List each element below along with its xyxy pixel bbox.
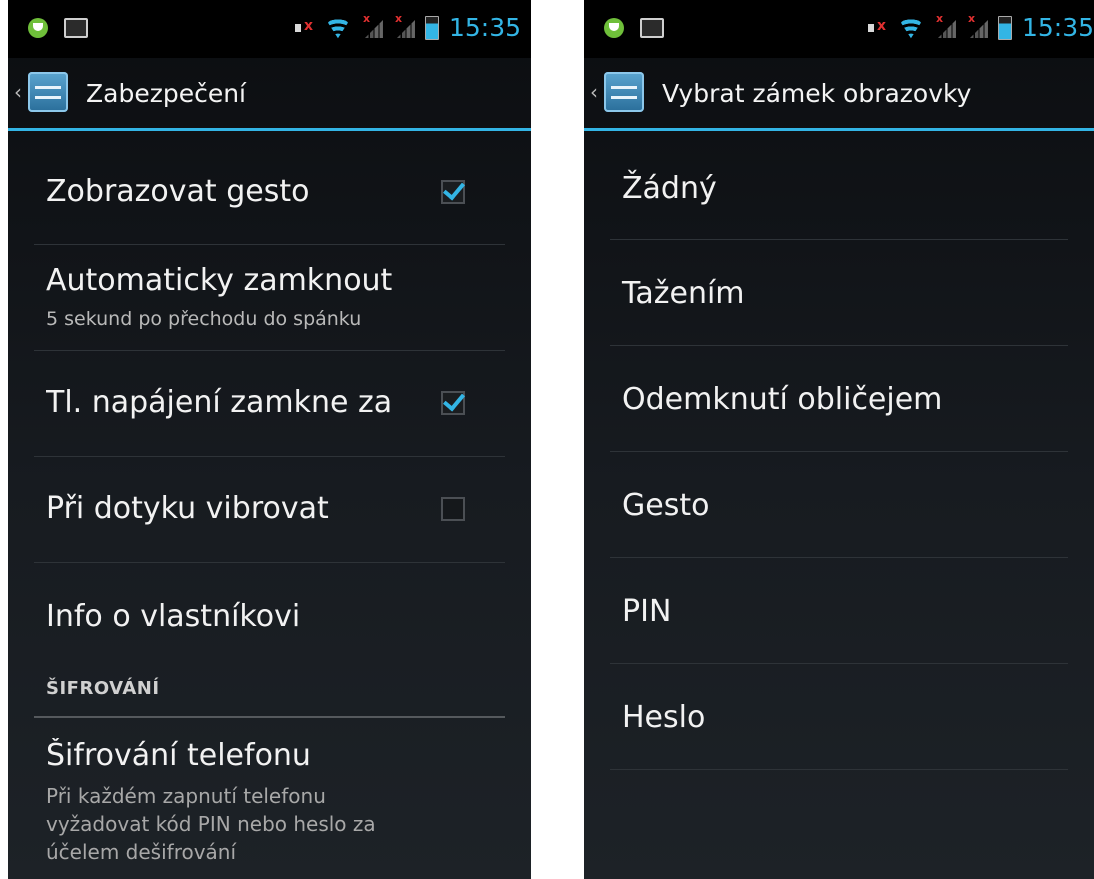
- up-caret-icon[interactable]: ‹: [590, 80, 600, 104]
- setting-subtitle-line1: Při každém zapnutí telefonu: [46, 784, 326, 808]
- usb-debug-icon: [604, 18, 624, 38]
- section-divider: [34, 716, 505, 718]
- option-label: Tažením: [622, 276, 745, 311]
- security-screen: 15:35 ‹ Zabezpečení Zobrazovat gesto Aut…: [8, 0, 531, 879]
- option-label: Žádný: [622, 171, 717, 206]
- setting-title: Info o vlastníkovi: [46, 599, 301, 634]
- up-caret-icon[interactable]: ‹: [14, 80, 24, 104]
- usb-debug-icon: [28, 18, 48, 38]
- option-label: Gesto: [622, 488, 710, 523]
- settings-app-icon[interactable]: [604, 72, 644, 112]
- volume-muted-icon: [866, 18, 888, 38]
- setting-auto-lock[interactable]: Automaticky zamknout 5 sekund po přechod…: [34, 245, 505, 351]
- status-bar: 15:35: [584, 0, 1094, 58]
- option-password[interactable]: Heslo: [610, 664, 1068, 770]
- setting-title: Šifrování telefonu: [46, 738, 311, 773]
- action-bar: ‹ Zabezpečení: [8, 58, 531, 131]
- option-pin[interactable]: PIN: [610, 558, 1068, 664]
- action-bar: ‹ Vybrat zámek obrazovky: [584, 58, 1094, 131]
- status-bar: 15:35: [8, 0, 531, 58]
- setting-title: Zobrazovat gesto: [46, 174, 310, 209]
- option-label: PIN: [622, 594, 672, 629]
- setting-encrypt-phone[interactable]: Šifrování telefonu Při každém zapnutí te…: [34, 724, 505, 879]
- signal-sim1-icon: [361, 12, 383, 38]
- image-notification-icon: [640, 18, 664, 38]
- status-time: 15:35: [1021, 13, 1094, 42]
- setting-show-pattern[interactable]: Zobrazovat gesto: [34, 138, 505, 245]
- setting-title: Při dotyku vibrovat: [46, 491, 329, 526]
- wifi-icon: [898, 18, 924, 38]
- volume-muted-icon: [293, 18, 315, 38]
- setting-power-button-lock[interactable]: Tl. napájení zamkne za: [34, 351, 505, 457]
- battery-icon: [997, 16, 1012, 40]
- signal-sim2-icon: [393, 12, 415, 38]
- vibrate-checkbox[interactable]: [441, 497, 465, 521]
- signal-sim1-icon: [934, 12, 956, 38]
- status-time: 15:35: [448, 13, 521, 42]
- battery-icon: [424, 16, 439, 40]
- screen-lock-screen: 15:35 ‹ Vybrat zámek obrazovky Žádný Taž…: [584, 0, 1094, 879]
- signal-sim2-icon: [966, 12, 988, 38]
- setting-subtitle-line2: vyžadovat kód PIN nebo heslo za: [46, 812, 376, 836]
- page-title: Zabezpečení: [86, 79, 246, 108]
- setting-subtitle: 5 sekund po přechodu do spánku: [46, 308, 362, 330]
- power-button-lock-checkbox[interactable]: [441, 391, 465, 415]
- page-title: Vybrat zámek obrazovky: [662, 79, 972, 108]
- option-slide[interactable]: Tažením: [610, 240, 1068, 346]
- option-pattern[interactable]: Gesto: [610, 452, 1068, 558]
- setting-subtitle-line3: účelem dešifrování: [46, 840, 237, 864]
- option-none[interactable]: Žádný: [610, 133, 1068, 240]
- setting-owner-info[interactable]: Info o vlastníkovi: [34, 563, 505, 669]
- show-pattern-checkbox[interactable]: [441, 180, 465, 204]
- setting-vibrate-on-touch[interactable]: Při dotyku vibrovat: [34, 457, 505, 563]
- option-label: Heslo: [622, 700, 706, 735]
- section-header-encryption: ŠIFROVÁNÍ: [46, 678, 160, 699]
- image-notification-icon: [64, 18, 88, 38]
- settings-app-icon[interactable]: [28, 72, 68, 112]
- wifi-icon: [325, 18, 351, 38]
- setting-title: Automaticky zamknout: [46, 263, 393, 298]
- setting-title: Tl. napájení zamkne za: [46, 385, 393, 420]
- option-label: Odemknutí obličejem: [622, 382, 943, 417]
- option-face-unlock[interactable]: Odemknutí obličejem: [610, 346, 1068, 452]
